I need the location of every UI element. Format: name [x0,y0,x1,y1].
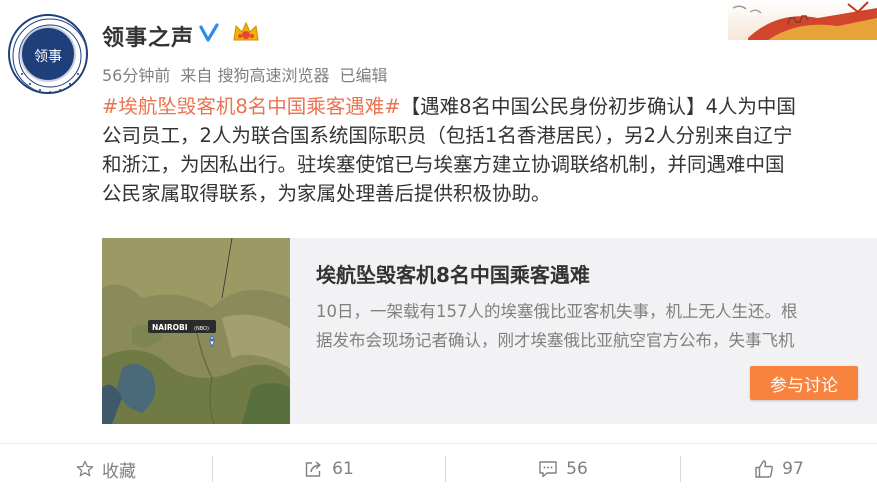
post-line-3: 和浙江，为因私出行。驻埃塞使馆已与埃塞方建立协调联络机制，并同遇难中国 [102,153,785,176]
card-title[interactable]: 埃航坠毁客机8名中国乘客遇难 [316,259,590,288]
favorite-label: 收藏 [102,461,136,482]
avatar-emblem-text: 领事 [34,49,62,65]
topic-card[interactable]: NAIROBI (NBO) 埃航坠毁客机8名中国乘客遇难 10日，一架载有157… [102,238,877,424]
comment-button[interactable]: 56 [446,444,680,494]
avatar-emblem: 领事 [20,26,76,82]
comment-count: 56 [566,459,588,479]
card-desc-line-2: 据发布会现场记者确认，刚才埃塞俄比亚航空官方公布，失事飞机 [316,331,795,350]
card-description: 10日，一架载有157人的埃塞俄比亚客机失事，机上无人生还。根 据发布会现场记者… [316,297,864,355]
repost-icon [305,461,321,477]
favorite-button[interactable]: 收藏 [0,444,212,494]
map-image-icon: NAIROBI (NBO) [102,238,290,424]
post-line-4: 公民家属取得联系，为家属处理善后提供积极协助。 [102,182,551,205]
post-text: #埃航坠毁客机8名中国乘客遇难#【遇难8名中国公民身份初步确认】4人为中国 公司… [102,92,877,208]
like-count: 97 [782,459,804,479]
like-button[interactable]: 97 [681,444,877,494]
topic-tag-link[interactable]: #埃航坠毁客机8名中国乘客遇难# [102,95,401,118]
repost-count: 61 [332,459,354,479]
post-meta: 56分钟前 来自 搜狗高速浏览器 已编辑 [102,62,397,86]
verified-icon[interactable] [198,22,220,44]
post-source: 来自 搜狗高速浏览器 [180,66,330,85]
map-label-code: (NBO) [194,326,209,332]
post-line-2: 公司员工，2人为联合国系统国际职员（包括1名香港居民），另2人分别来自辽宁 [102,124,793,147]
map-label: NAIROBI [152,323,188,332]
avatar[interactable]: 领事 [8,14,88,94]
card-desc-line-1: 10日，一架载有157人的埃塞俄比亚客机失事，机上无人生还。根 [316,302,798,321]
post-line-1: #埃航坠毁客机8名中国乘客遇难#【遇难8名中国公民身份初步确认】4人为中国 [102,92,877,121]
comment-icon [539,461,557,478]
action-bar: 收藏 61 56 97 [0,443,877,494]
username[interactable]: 领事之声 [102,20,194,52]
edited-label[interactable]: 已编辑 [339,66,387,85]
repost-button[interactable]: 61 [213,444,445,494]
thumbs-up-icon [755,460,774,478]
map-thumbnail[interactable]: NAIROBI (NBO) [102,238,290,424]
star-icon [76,460,94,477]
post-time[interactable]: 56分钟前 [102,66,170,85]
join-discussion-button[interactable]: 参与讨论 [750,366,858,400]
great-wall-banner-icon [728,0,877,40]
post-line-1-text: 【遇难8名中国公民身份初步确认】4人为中国 [400,95,796,118]
vip-crown-icon[interactable] [232,20,260,44]
